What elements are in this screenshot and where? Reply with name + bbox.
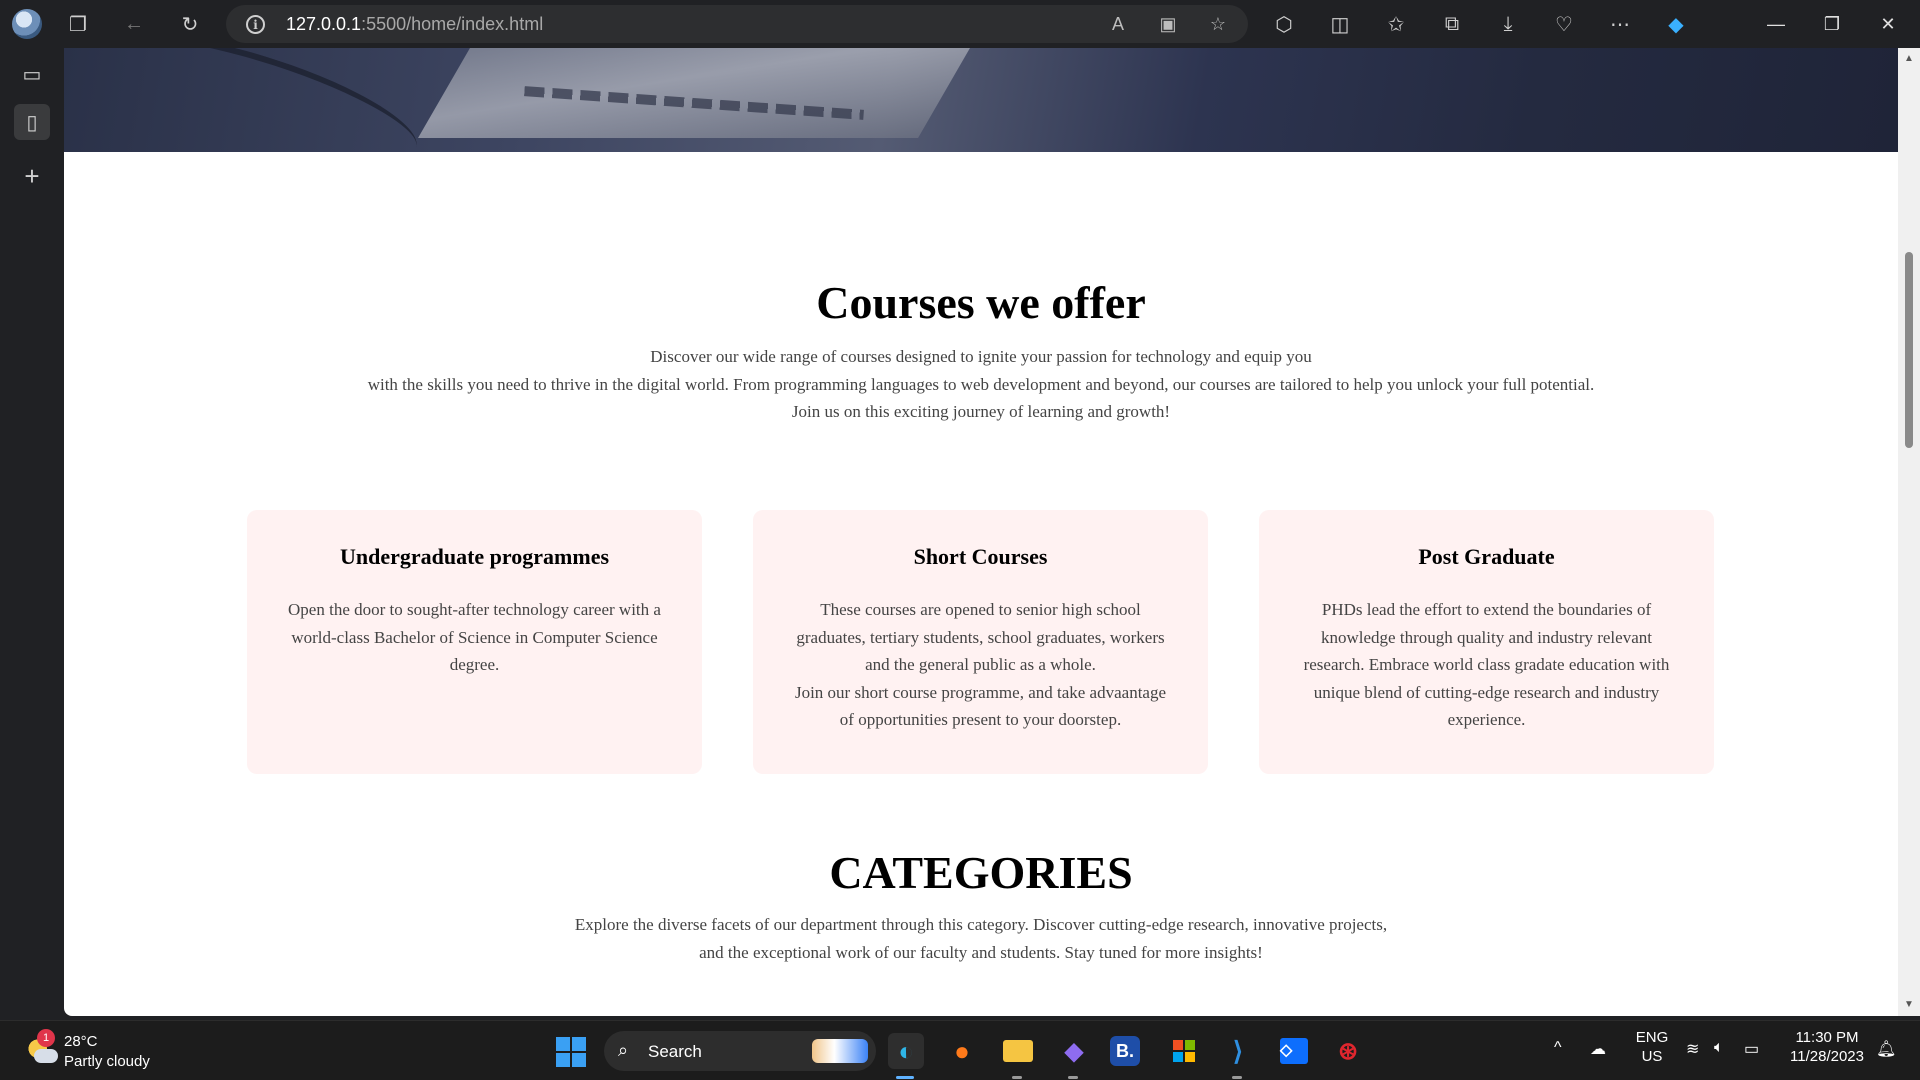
url-text[interactable]: 127.0.0.1:5500/home/index.html	[286, 14, 543, 35]
profile-avatar[interactable]	[12, 9, 42, 39]
power-automate-icon[interactable]: ◆	[1056, 1033, 1092, 1069]
browser-toolbar: ❐ ← ↻ i 127.0.0.1:5500/home/index.html A…	[0, 0, 1920, 48]
split-screen-icon[interactable]: ◫	[1324, 8, 1356, 40]
card-text: These courses are opened to senior high …	[794, 600, 1167, 729]
card-title: Post Graduate	[1418, 544, 1555, 569]
card-text: PHDs lead the effort to extend the bound…	[1303, 600, 1670, 729]
course-card-undergraduate[interactable]: Undergraduate programmes Open the door t…	[247, 510, 702, 774]
vscode-icon[interactable]: ⟩	[1220, 1033, 1256, 1069]
extensions-icon[interactable]: ⬡	[1268, 8, 1300, 40]
page-viewport: Courses we offer Discover our wide range…	[64, 48, 1898, 1016]
speaker-muted-icon[interactable]: 🔈︎	[1714, 1039, 1724, 1057]
refresh-icon[interactable]: ↻	[174, 8, 206, 40]
favorite-star-icon[interactable]: ☆	[1206, 12, 1230, 36]
copilot-icon[interactable]: ◆	[1660, 8, 1692, 40]
back-icon[interactable]: ←	[118, 8, 150, 40]
battery-icon[interactable]: ▭	[1744, 1039, 1759, 1059]
courses-title: Courses we offer	[816, 277, 1146, 328]
edge-browser-icon[interactable]: ◐	[888, 1033, 924, 1069]
weather-temperature: 28°C	[64, 1033, 98, 1050]
wifi-icon[interactable]: ≋	[1686, 1039, 1699, 1059]
minimize-icon[interactable]: —	[1756, 8, 1796, 40]
hero-banner-image	[64, 48, 1898, 152]
weather-cloud-icon	[34, 1049, 58, 1063]
browser-essentials-icon[interactable]: ♡	[1548, 8, 1580, 40]
courses-description: Discover our wide range of courses desig…	[367, 347, 1595, 421]
vertical-tab-strip: ▭ ▯ +	[0, 48, 64, 1020]
categories-title: CATEGORIES	[829, 847, 1133, 898]
dropbox-icon[interactable]: ◇	[1276, 1033, 1312, 1069]
search-icon: ⌕	[618, 1040, 629, 1060]
weather-widget[interactable]: 1 28°C Partly cloudy	[22, 1029, 182, 1073]
course-card-short-courses[interactable]: Short Courses These courses are opened t…	[753, 510, 1208, 774]
tab-actions-icon[interactable]: ▭	[14, 56, 50, 92]
scroll-down-arrow-icon[interactable]: ▼	[1903, 998, 1915, 1010]
windows-taskbar: 1 28°C Partly cloudy ⌕ Search ◐ ● ◆ B. ⟩…	[0, 1020, 1920, 1080]
courses-section: Courses we offer Discover our wide range…	[64, 276, 1898, 426]
new-tab-plus-icon[interactable]: +	[14, 158, 50, 194]
weather-condition: Partly cloudy	[64, 1053, 150, 1070]
microsoft-store-icon[interactable]	[1166, 1033, 1202, 1069]
address-bar[interactable]: i 127.0.0.1:5500/home/index.html A ▣ ☆	[226, 5, 1248, 43]
page-scrollbar[interactable]: ▲ ▼	[1898, 48, 1920, 1016]
favorites-icon[interactable]: ✩	[1380, 8, 1412, 40]
categories-section: CATEGORIES Explore the diverse facets of…	[64, 846, 1898, 966]
site-info-icon[interactable]: i	[246, 15, 265, 34]
collections-icon[interactable]: ⧉	[1436, 8, 1468, 40]
notification-bell-icon[interactable]: 🔔︎	[1876, 1039, 1896, 1059]
language-indicator[interactable]: ENG US	[1632, 1029, 1672, 1065]
show-hidden-icons-chevron-icon[interactable]: ^	[1554, 1039, 1562, 1057]
immersive-reader-icon[interactable]: ▣	[1156, 12, 1180, 36]
scroll-up-arrow-icon[interactable]: ▲	[1903, 52, 1915, 64]
onedrive-error-icon[interactable]: ☁	[1590, 1039, 1606, 1059]
workspaces-icon[interactable]: ❐	[62, 8, 94, 40]
close-icon[interactable]: ✕	[1868, 8, 1908, 40]
card-title: Undergraduate programmes	[339, 544, 610, 569]
clock[interactable]: 11:30 PM 11/28/2023	[1782, 1029, 1872, 1065]
weather-notification-badge: 1	[37, 1029, 55, 1047]
current-tab-page-icon[interactable]: ▯	[14, 104, 50, 140]
card-text: Open the door to sought-after technology…	[288, 600, 661, 674]
categories-description: Explore the diverse facets of our depart…	[574, 915, 1388, 962]
windows-start-icon[interactable]	[556, 1037, 586, 1067]
file-explorer-icon[interactable]	[1000, 1033, 1036, 1069]
downloads-icon[interactable]: ⤓	[1492, 8, 1524, 40]
read-aloud-icon[interactable]: A	[1106, 12, 1130, 36]
firefox-icon[interactable]: ●	[944, 1033, 980, 1069]
card-title: Short Courses	[913, 544, 1048, 569]
more-menu-icon[interactable]: ⋯	[1604, 8, 1636, 40]
search-highlight-image	[812, 1039, 868, 1063]
bootstrap-studio-icon[interactable]: B.	[1110, 1036, 1140, 1066]
search-label: Search	[648, 1042, 702, 1061]
scroll-thumb[interactable]	[1905, 252, 1913, 448]
taskbar-search[interactable]: ⌕ Search	[604, 1031, 876, 1071]
restore-icon[interactable]: ❐	[1812, 8, 1852, 40]
course-card-post-graduate[interactable]: Post Graduate PHDs lead the effort to ex…	[1259, 510, 1714, 774]
red-app-icon[interactable]: ⊛	[1330, 1033, 1366, 1069]
